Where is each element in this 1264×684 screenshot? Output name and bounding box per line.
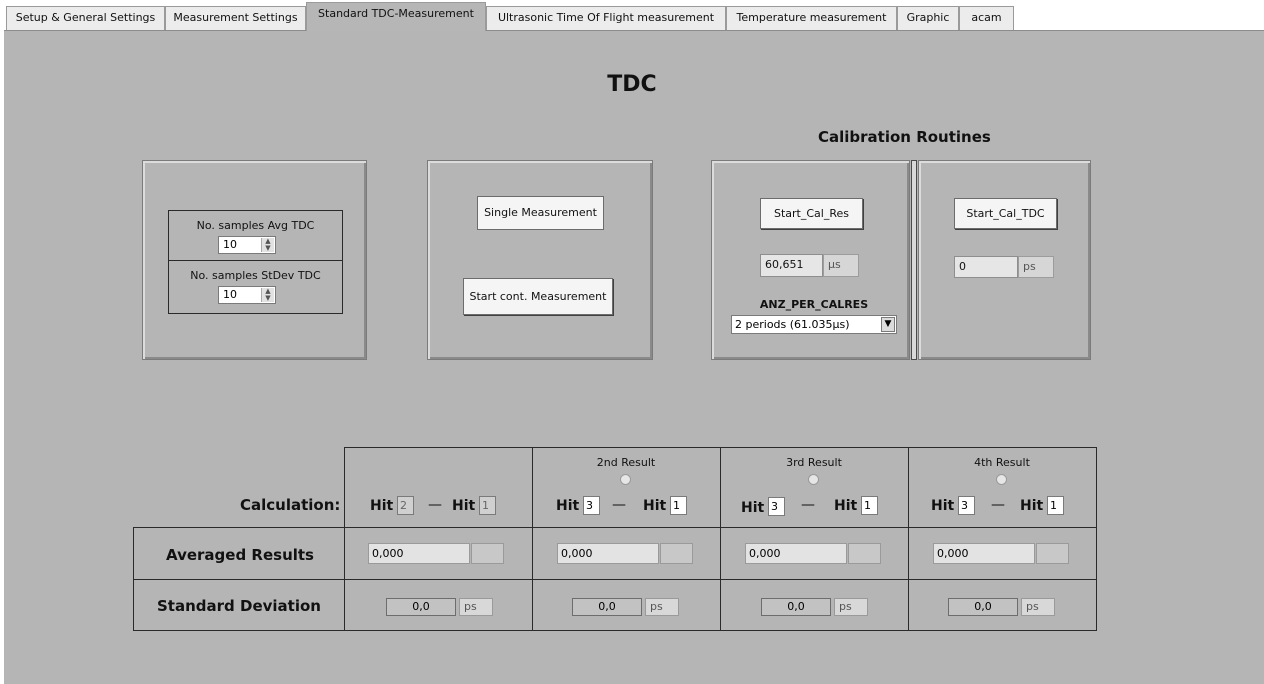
- hit-a-input[interactable]: 3: [768, 497, 785, 516]
- cal-res-value: 60,651: [760, 254, 823, 277]
- avg-samples-value: 10: [223, 238, 237, 251]
- hit-a-input[interactable]: 3: [958, 496, 975, 515]
- stdev-result-field: 0,0: [948, 598, 1018, 616]
- stdev-result-field: 0,0: [572, 598, 642, 616]
- radio-button-icon[interactable]: [620, 474, 631, 485]
- samples-frame: No. samples Avg TDC 10 ▲ ▼ No. samples St…: [168, 210, 343, 314]
- tab-acam[interactable]: acam: [959, 6, 1014, 30]
- stdev-samples-value: 10: [223, 288, 237, 301]
- hit-label: Hit: [370, 498, 394, 514]
- cal-res-unit: µs: [823, 254, 859, 277]
- stdev-result-unit: ps: [459, 598, 493, 616]
- avg-result-unit: [1036, 543, 1069, 564]
- single-measurement-button[interactable]: Single Measurement: [477, 196, 604, 230]
- grid-line: [908, 447, 909, 631]
- grid-line: [133, 527, 134, 631]
- hit-label: Hit: [643, 498, 667, 514]
- stdev-result-field: 0,0: [386, 598, 456, 616]
- radio-button-icon[interactable]: [996, 474, 1007, 485]
- stdev-samples-label: No. samples StDev TDC: [190, 269, 321, 282]
- minus-dash: —: [801, 497, 815, 513]
- anz-per-calres-label: ANZ_PER_CALRES: [759, 298, 869, 311]
- tab-graphic[interactable]: Graphic: [897, 6, 959, 30]
- chevron-down-icon[interactable]: ▼: [881, 317, 895, 332]
- start-continuous-measurement-button[interactable]: Start cont. Measurement: [463, 278, 613, 315]
- avg-result-unit: [660, 543, 693, 564]
- calculation-label: Calculation:: [240, 496, 341, 514]
- stdev-result-unit: ps: [834, 598, 868, 616]
- hit-b-input[interactable]: 1: [1047, 496, 1064, 515]
- avg-result-field: 0,000: [745, 543, 847, 564]
- result-3-header: 3rd Result: [786, 456, 842, 469]
- stdev-result-field: 0,0: [761, 598, 831, 616]
- grid-line: [1096, 447, 1097, 631]
- tab-measurement-settings[interactable]: Measurement Settings: [165, 6, 306, 30]
- stdev-result-unit: ps: [645, 598, 679, 616]
- grid-line: [532, 447, 533, 631]
- grid-line: [133, 579, 1097, 580]
- avg-result-field: 0,000: [368, 543, 470, 564]
- minus-dash: —: [991, 497, 1005, 513]
- averaged-results-label: Averaged Results: [166, 546, 314, 564]
- samples-divider: [169, 260, 342, 261]
- avg-result-unit: [848, 543, 881, 564]
- hit-label: Hit: [1020, 498, 1044, 514]
- hit-b-input[interactable]: 1: [670, 496, 687, 515]
- calibration-separator: [911, 160, 917, 360]
- avg-samples-input[interactable]: 10 ▲ ▼: [218, 236, 276, 254]
- hit-label: Hit: [931, 498, 955, 514]
- page-title: TDC: [607, 72, 657, 97]
- avg-samples-label: No. samples Avg TDC: [196, 219, 315, 232]
- result-2-header: 2nd Result: [596, 456, 656, 469]
- tab-temperature-measurement[interactable]: Temperature measurement: [726, 6, 897, 30]
- anz-per-calres-dropdown[interactable]: 2 periods (61.035µs) ▼: [731, 315, 897, 334]
- hit-a-input: 2: [397, 496, 414, 515]
- hit-b-input[interactable]: 1: [861, 496, 878, 515]
- spinner-arrows-icon[interactable]: ▲ ▼: [261, 288, 274, 302]
- spinner-arrows-icon[interactable]: ▲ ▼: [261, 238, 274, 252]
- tab-standard-tdc-measurement[interactable]: Standard TDC-Measurement: [306, 2, 486, 31]
- cal-tdc-value: 0: [954, 256, 1018, 278]
- radio-button-icon[interactable]: [808, 474, 819, 485]
- grid-line: [344, 447, 345, 631]
- hit-label: Hit: [834, 498, 858, 514]
- cal-tdc-unit: ps: [1018, 256, 1054, 278]
- stdev-result-unit: ps: [1021, 598, 1055, 616]
- hit-label: Hit: [741, 500, 765, 516]
- hit-b-input: 1: [479, 496, 496, 515]
- avg-result-field: 0,000: [557, 543, 659, 564]
- standard-deviation-label: Standard Deviation: [157, 597, 321, 615]
- minus-dash: —: [428, 497, 442, 513]
- result-4-header: 4th Result: [974, 456, 1030, 469]
- measurement-group: [427, 160, 653, 360]
- tab-bar: Setup & General Settings Measurement Set…: [0, 0, 1264, 31]
- avg-result-unit: [471, 543, 504, 564]
- grid-line: [133, 630, 1097, 631]
- grid-line: [133, 527, 1097, 528]
- grid-line: [720, 447, 721, 631]
- calibration-title: Calibration Routines: [818, 128, 991, 146]
- hit-label: Hit: [452, 498, 476, 514]
- start-cal-tdc-button[interactable]: Start_Cal_TDC: [954, 198, 1057, 229]
- start-cal-res-button[interactable]: Start_Cal_Res: [760, 198, 863, 229]
- tab-ultrasonic-tof[interactable]: Ultrasonic Time Of Flight measurement: [486, 6, 726, 30]
- tab-setup-general-settings[interactable]: Setup & General Settings: [6, 6, 165, 30]
- minus-dash: —: [612, 497, 626, 513]
- stdev-samples-input[interactable]: 10 ▲ ▼: [218, 286, 276, 304]
- anz-per-calres-value: 2 periods (61.035µs): [735, 318, 850, 331]
- hit-a-input[interactable]: 3: [583, 496, 600, 515]
- hit-label: Hit: [556, 498, 580, 514]
- avg-result-field: 0,000: [933, 543, 1035, 564]
